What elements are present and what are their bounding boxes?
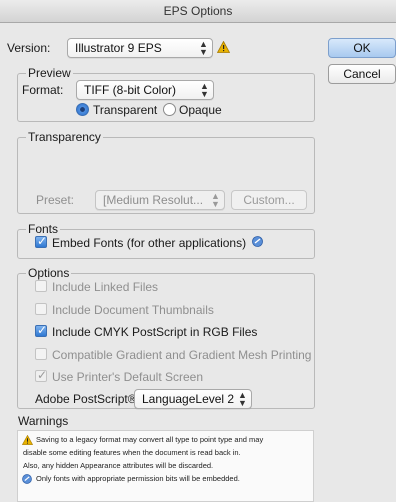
- preset-popup-value: [Medium Resolut...: [103, 193, 204, 207]
- version-label: Version:: [7, 41, 51, 55]
- ok-button[interactable]: OK: [328, 38, 396, 58]
- embed-fonts-label[interactable]: Embed Fonts (for other applications): [52, 236, 246, 250]
- transparent-radio[interactable]: [76, 103, 89, 116]
- popup-arrows-icon: ▲ ▼: [238, 390, 247, 408]
- preset-popup[interactable]: [Medium Resolut... ▲ ▼: [95, 190, 225, 210]
- opaque-label[interactable]: Opaque: [179, 103, 222, 117]
- info-icon: [22, 474, 32, 484]
- version-popup-value: Illustrator 9 EPS: [75, 41, 162, 55]
- compatible-gradient-checkbox[interactable]: [35, 348, 47, 360]
- preview-legend: Preview: [26, 66, 73, 80]
- postscript-popup[interactable]: LanguageLevel 2 ▲ ▼: [134, 389, 252, 409]
- popup-arrows-icon: ▲ ▼: [200, 81, 209, 99]
- warning-icon: [22, 435, 33, 445]
- version-popup[interactable]: Illustrator 9 EPS ▲ ▼: [67, 38, 213, 58]
- include-thumbnails-label[interactable]: Include Document Thumbnails: [52, 303, 214, 317]
- include-linked-files-label[interactable]: Include Linked Files: [52, 280, 158, 294]
- postscript-label: Adobe PostScript®:: [35, 392, 140, 406]
- compatible-gradient-label[interactable]: Compatible Gradient and Gradient Mesh Pr…: [52, 348, 311, 362]
- transparent-label[interactable]: Transparent: [93, 103, 157, 117]
- eps-options-dialog: Version: Illustrator 9 EPS ▲ ▼ OK Cancel …: [0, 23, 396, 502]
- warning-line-3: Also, any hidden Appearance attributes w…: [23, 461, 214, 470]
- include-cmyk-checkbox[interactable]: ✓: [35, 323, 47, 337]
- warnings-box: Saving to a legacy format may convert al…: [17, 430, 314, 502]
- transparency-legend: Transparency: [26, 130, 103, 144]
- printers-default-screen-checkbox[interactable]: ✓: [35, 368, 47, 382]
- options-legend: Options: [26, 266, 72, 280]
- format-popup[interactable]: TIFF (8-bit Color) ▲ ▼: [76, 80, 214, 100]
- custom-button[interactable]: Custom...: [231, 190, 307, 210]
- include-linked-files-checkbox[interactable]: [35, 280, 47, 292]
- include-cmyk-label[interactable]: Include CMYK PostScript in RGB Files: [52, 325, 257, 339]
- warning-line-4: Only fonts with appropriate permission b…: [36, 474, 240, 483]
- printers-default-screen-label[interactable]: Use Printer's Default Screen: [52, 370, 203, 384]
- cancel-button[interactable]: Cancel: [328, 64, 396, 84]
- warning-line-2: disable some editing features when the d…: [23, 448, 241, 457]
- popup-arrows-icon: ▲ ▼: [199, 39, 208, 57]
- version-warning-icon: [217, 41, 230, 53]
- window-title-bar[interactable]: EPS Options: [0, 0, 396, 23]
- window-title: EPS Options: [163, 4, 233, 18]
- include-thumbnails-checkbox[interactable]: [35, 303, 47, 315]
- embed-fonts-checkbox[interactable]: ✓: [35, 234, 47, 248]
- popup-arrows-icon: ▲ ▼: [211, 191, 220, 209]
- postscript-popup-value: LanguageLevel 2: [142, 392, 235, 406]
- format-label: Format:: [22, 83, 64, 97]
- warning-line-1: Saving to a legacy format may convert al…: [36, 435, 264, 444]
- fonts-info-icon: [252, 236, 263, 247]
- preset-label: Preset:: [36, 193, 75, 207]
- warnings-heading: Warnings: [18, 414, 69, 428]
- opaque-radio[interactable]: [163, 103, 176, 116]
- format-popup-value: TIFF (8-bit Color): [84, 83, 177, 97]
